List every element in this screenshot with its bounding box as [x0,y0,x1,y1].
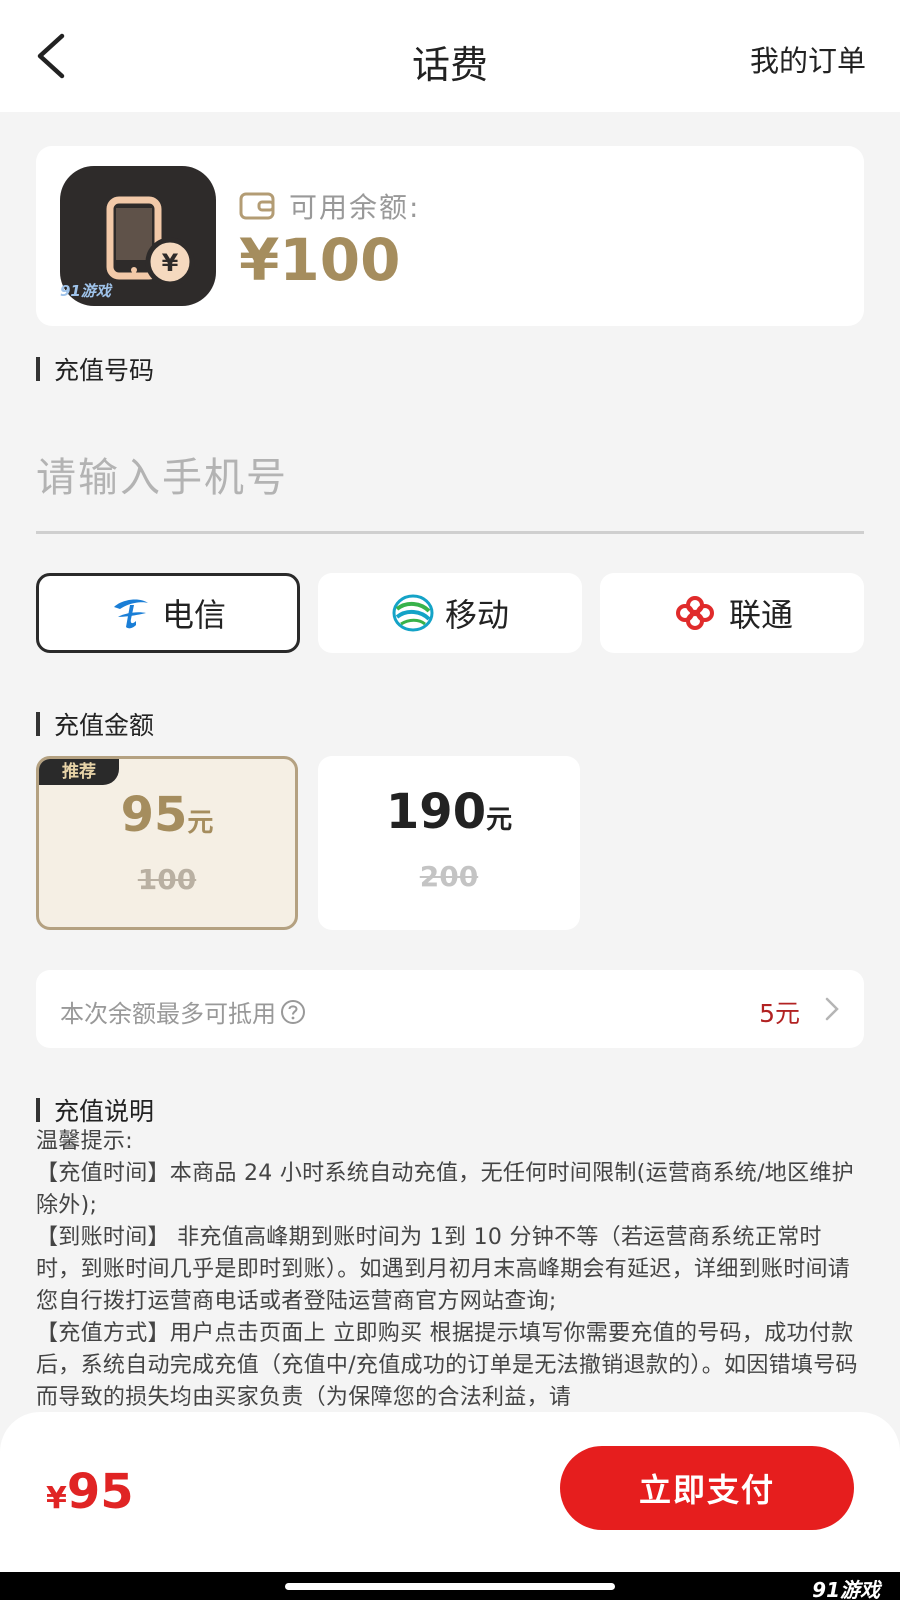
amount-price: 190元 [318,784,580,840]
phone-section-title: 充值号码 [36,351,154,387]
phone-section-title-text: 充值号码 [54,356,155,385]
recharge-description: 温馨提示: 【充值时间】本商品 24 小时系统自动充值，无任何时间限制(运营商系… [36,1126,866,1414]
amount-option-95[interactable]: 推荐 95元 100 [36,756,298,930]
amount-price-unit: 元 [187,808,214,838]
balance-label: 可用余额: [289,191,421,224]
section-bar [36,357,40,381]
carrier-mobile-label: 移动 [444,596,509,634]
amount-option-190[interactable]: 190元 200 [318,756,580,930]
china-unicom-icon [675,596,714,630]
description-section-title-text: 充值说明 [54,1097,155,1126]
phone-number-input[interactable] [36,440,864,516]
description-line: 【充值方式】用户点击页面上 立即购买 根据提示填写你需要充值的号码，成功付款后，… [36,1321,858,1410]
carrier-telecom-label: 电信 [161,596,226,634]
balance-amount: ¥100 [239,226,401,294]
deduct-value: 5元 [759,999,800,1028]
pay-now-button[interactable]: 立即支付 [560,1446,854,1530]
amount-price-unit: 元 [486,805,513,835]
recommend-badge: 推荐 [39,759,119,785]
input-underline [36,531,864,534]
top-nav-bar: 话费 我的订单 [0,0,900,112]
balance-label-row: 可用余额: [239,186,420,226]
carrier-telecom[interactable]: 电信 [36,573,300,653]
help-icon[interactable] [280,999,306,1025]
chevron-right-icon [825,997,839,1021]
china-telecom-icon [113,599,148,629]
section-bar [36,712,40,736]
amount-original-price: 200 [419,860,479,893]
carrier-unicom-label: 联通 [728,596,793,634]
deduct-label-row: 本次余额最多可抵用 [60,994,306,1029]
description-line: 温馨提示: [36,1129,133,1154]
amount-section-title-text: 充值金额 [54,711,155,740]
svg-text:¥: ¥ [162,249,179,277]
total-value: 95 [66,1464,134,1520]
description-section-title: 充值说明 [36,1092,154,1128]
carrier-mobile[interactable]: 移动 [318,573,582,653]
my-orders-link[interactable]: 我的订单 [750,38,866,80]
watermark-logo: 91游戏 [60,282,111,300]
carrier-unicom[interactable]: 联通 [600,573,864,653]
description-line: 【到账时间】 非充值高峰期到账时间为 1到 10 分钟不等（若运营商系统正常时时… [36,1225,851,1314]
deduct-label: 本次余额最多可抵用 [60,1000,276,1028]
balance-deduct-row[interactable]: 本次余额最多可抵用 5元 [36,970,864,1048]
amount-price-number: 190 [385,784,487,840]
description-line: 【充值时间】本商品 24 小时系统自动充值，无任何时间限制(运营商系统/地区维护… [36,1161,854,1218]
checkout-bar: ¥95 立即支付 [0,1412,900,1572]
section-bar [36,1098,40,1122]
home-indicator[interactable] [285,1583,615,1590]
amount-section-title: 充值金额 [36,706,154,742]
wallet-icon [239,192,275,220]
total-currency: ¥ [46,1481,67,1516]
balance-card: ¥ 91游戏 可用余额: ¥100 [36,146,864,326]
total-price: ¥95 [46,1464,134,1520]
amount-original-price: 100 [137,863,197,896]
amount-price-number: 95 [120,787,188,843]
china-mobile-icon [392,594,434,632]
corner-watermark: 91游戏 [812,1578,880,1600]
amount-price: 95元 [39,787,295,843]
